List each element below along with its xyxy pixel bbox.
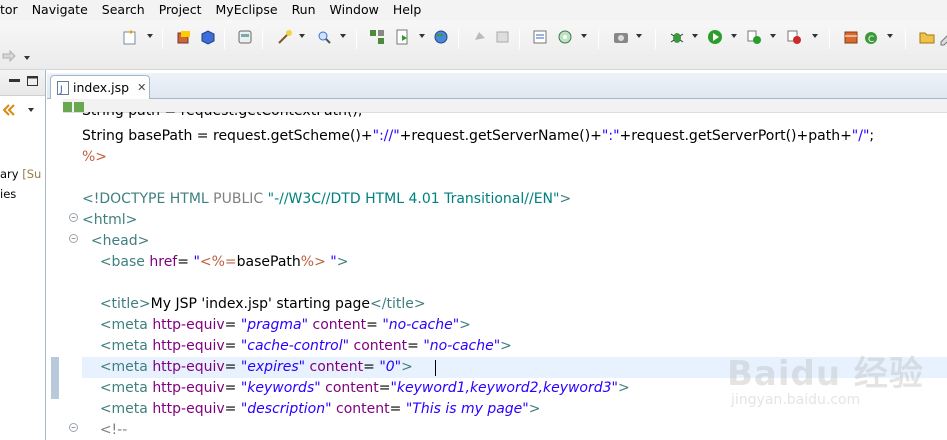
code-line: <title>My JSP 'index.jsp' starting page<… <box>99 296 426 312</box>
undo-grey-icon[interactable] <box>471 28 489 46</box>
new-class-icon[interactable]: C <box>863 28 881 46</box>
debug-bug-icon[interactable] <box>668 28 686 46</box>
tree-item-label: ary <box>0 167 19 181</box>
fold-toggle-icon[interactable]: − <box>69 423 78 432</box>
properties-icon[interactable] <box>531 28 549 46</box>
svg-text:C: C <box>868 35 874 45</box>
forward-arrow-icon[interactable] <box>2 50 16 62</box>
code-line: <base href= "<%=basePath%> "> <box>99 254 349 270</box>
external-tools-dropdown-icon[interactable] <box>812 34 818 38</box>
toolbar-separator <box>458 29 459 49</box>
toolbar-separator <box>224 29 225 49</box>
tree-item-decoration: [Su <box>18 167 42 181</box>
camera-icon[interactable] <box>612 28 630 46</box>
code-line: <!-- <box>99 422 128 438</box>
code-line: <head> <box>90 233 150 249</box>
watermark-url: jingyan.baidu.com <box>731 392 861 408</box>
toolbar-separator <box>262 29 263 49</box>
svg-text:J: J <box>59 85 63 95</box>
editor-tab-strip: J index.jsp ✕ <box>47 73 947 99</box>
code-line: String basePath = request.getScheme()+":… <box>82 128 875 144</box>
tree-item-label: ies <box>0 187 17 201</box>
menu-project[interactable]: Project <box>152 0 209 20</box>
search-wizard-icon[interactable] <box>315 28 333 46</box>
menu-help[interactable]: Help <box>386 0 429 20</box>
fold-toggle-icon[interactable]: − <box>69 213 78 222</box>
line-change-marker <box>51 378 59 399</box>
code-line: <meta http-equiv= "description" content=… <box>99 401 541 417</box>
menu-myeclipse[interactable]: MyEclipse <box>209 0 285 20</box>
code-line: <meta http-equiv= "pragma" content= "no-… <box>99 317 471 333</box>
new-wizard-icon[interactable] <box>122 28 140 46</box>
run-external-dropdown-icon[interactable] <box>770 34 776 38</box>
new-package-icon[interactable] <box>842 28 860 46</box>
package-explorer-panel: ary [Su ies <box>0 70 46 440</box>
menu-search[interactable]: Search <box>95 0 152 20</box>
tab-index-jsp[interactable]: J index.jsp ✕ <box>50 75 150 99</box>
maximize-icon[interactable] <box>27 76 38 86</box>
menu-editor[interactable]: tor <box>0 0 25 20</box>
menu-window[interactable]: Window <box>323 0 386 20</box>
watermark-logo: Baidu 经验 <box>727 354 924 394</box>
view-menu-icon[interactable] <box>28 108 34 112</box>
new-wizard-dropdown-icon[interactable] <box>147 34 153 38</box>
line-change-marker <box>51 357 59 378</box>
external-tools-icon[interactable] <box>785 28 803 46</box>
package-icon[interactable] <box>175 28 193 46</box>
run-dropdown-icon[interactable] <box>731 34 737 38</box>
server-icon[interactable] <box>236 28 254 46</box>
forward-dropdown-icon[interactable] <box>24 56 30 60</box>
close-icon[interactable]: ✕ <box>137 81 146 94</box>
code-line: <meta http-equiv= "keywords" content="ke… <box>99 380 630 396</box>
open-folder-icon[interactable] <box>918 28 936 46</box>
toolbar-separator <box>905 29 906 49</box>
web-settings-dropdown-icon[interactable] <box>581 34 587 38</box>
camera-dropdown-icon[interactable] <box>636 34 642 38</box>
tree-item-libraries[interactable]: ies <box>0 187 16 201</box>
wizard-wand-icon[interactable] <box>276 28 294 46</box>
toolbar-separator <box>829 29 830 49</box>
baidu-watermark: Baidu 经验 jingyan.baidu.com <box>727 336 927 436</box>
toolbar-separator <box>356 29 357 49</box>
redo-grey-icon[interactable] <box>494 28 512 46</box>
toolbar-separator <box>162 29 163 49</box>
code-line: <!DOCTYPE HTML PUBLIC "-//W3C//DTD HTML … <box>82 191 572 207</box>
menu-run[interactable]: Run <box>285 0 323 20</box>
minimize-icon[interactable] <box>9 79 20 82</box>
code-line: <meta http-equiv= "cache-control" conten… <box>99 338 512 354</box>
web-settings-icon[interactable] <box>556 28 574 46</box>
fold-toggle-icon[interactable]: − <box>69 234 78 243</box>
run-icon[interactable] <box>706 28 724 46</box>
cube-icon[interactable] <box>199 28 217 46</box>
tree-item-library[interactable]: ary [Su <box>0 167 41 181</box>
panel-header <box>0 70 45 96</box>
code-line: <meta http-equiv= "expires" content= "0"… <box>99 359 413 375</box>
edit-icon[interactable] <box>938 28 947 46</box>
text-cursor <box>435 360 436 376</box>
globe-icon[interactable] <box>432 28 450 46</box>
run-server-dropdown-icon[interactable] <box>419 34 425 38</box>
toolbar-separator <box>655 29 656 49</box>
code-line: <html> <box>82 212 138 228</box>
toolbar-separator <box>519 29 520 49</box>
link-with-editor-icon[interactable] <box>2 103 16 117</box>
menu-bar: tor Navigate Search Project MyEclipse Ru… <box>0 0 947 20</box>
search-wizard-dropdown-icon[interactable] <box>340 34 346 38</box>
new-class-dropdown-icon[interactable] <box>887 34 893 38</box>
run-server-icon[interactable] <box>394 28 412 46</box>
code-line: %> <box>82 149 108 165</box>
debug-dropdown-icon[interactable] <box>692 34 698 38</box>
design-view-icon[interactable] <box>61 99 85 113</box>
menu-navigate[interactable]: Navigate <box>25 0 95 20</box>
tab-label: index.jsp <box>73 80 130 95</box>
run-external-icon[interactable] <box>745 28 763 46</box>
deploy-icon[interactable] <box>368 28 386 46</box>
jsp-file-icon: J <box>57 80 69 95</box>
editor-mini-toolbar <box>47 99 947 113</box>
wizard-dropdown-icon[interactable] <box>299 34 305 38</box>
toolbar-separator <box>598 29 599 49</box>
toolbar: C <box>0 20 947 70</box>
